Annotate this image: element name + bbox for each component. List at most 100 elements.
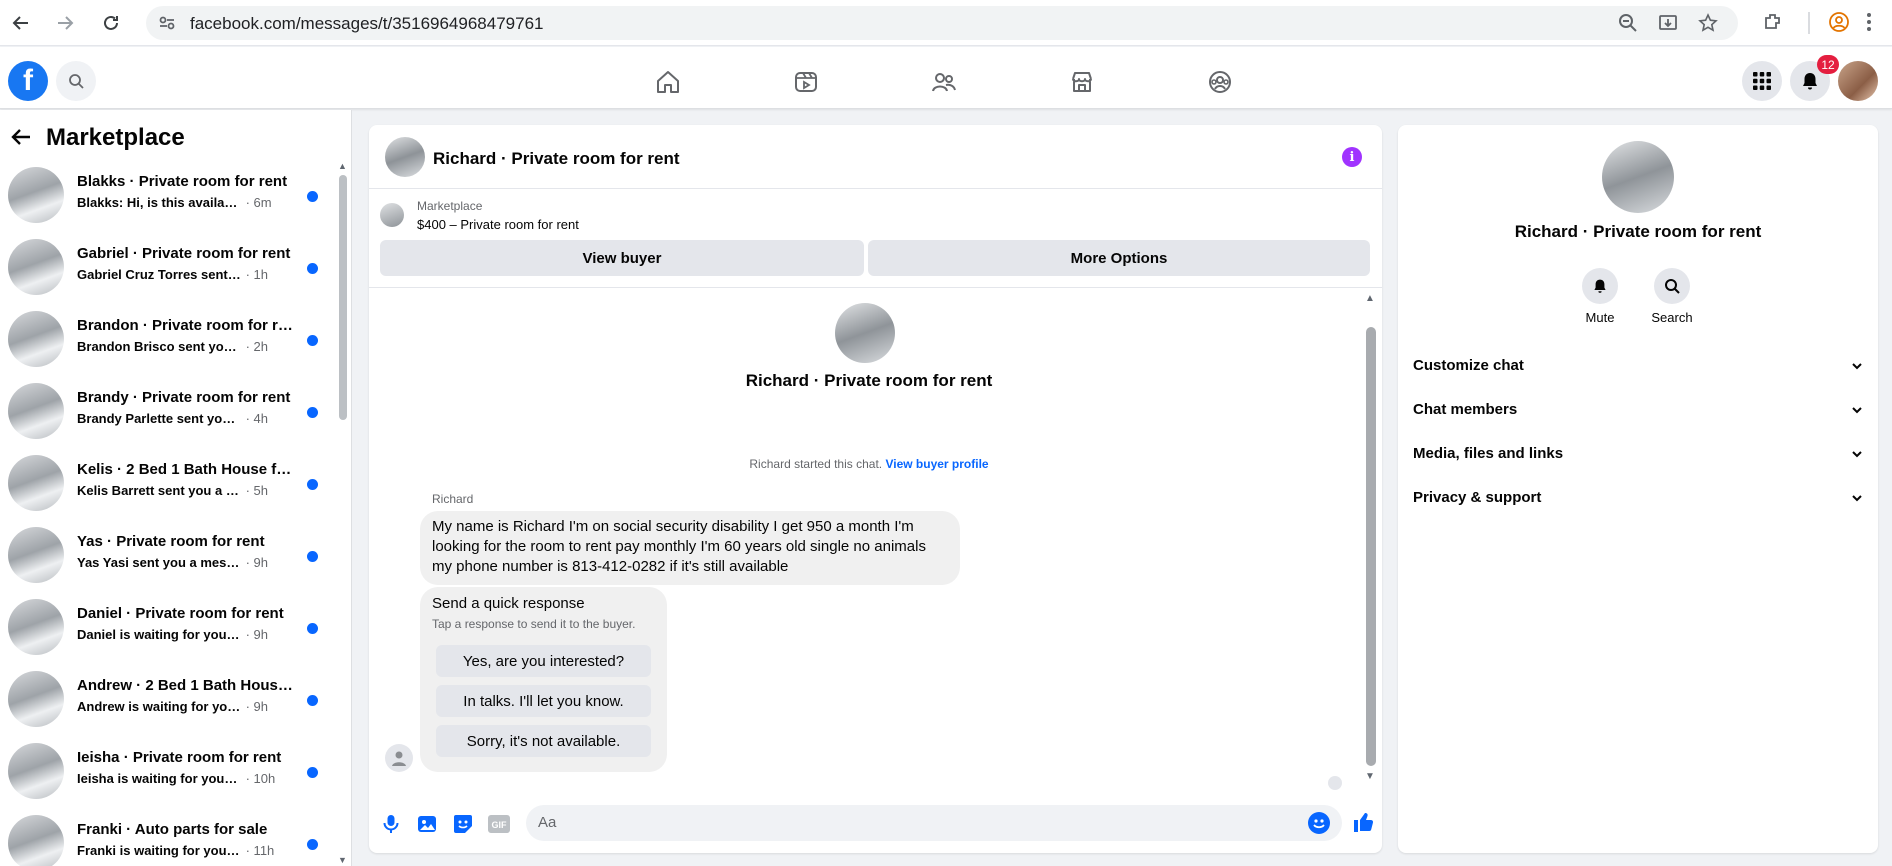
conversation-item[interactable]: Franki · Auto parts for sale Franki is w… xyxy=(8,812,318,866)
more-options-button[interactable]: More Options xyxy=(868,240,1370,276)
conversation-item[interactable]: Daniel · Private room for rent Daniel is… xyxy=(8,596,318,658)
browser-menu-icon[interactable] xyxy=(1866,11,1872,36)
section-media-files-links[interactable]: Media, files and links xyxy=(1413,445,1863,469)
sticker-icon[interactable] xyxy=(452,813,474,835)
message-placeholder: Aa xyxy=(538,814,557,831)
conversation-item[interactable]: Gabriel · Private room for rent Gabriel … xyxy=(8,236,318,298)
toolbar-divider xyxy=(1808,12,1810,34)
scroll-up-icon[interactable]: ▲ xyxy=(1365,293,1375,304)
quick-response-button[interactable]: In talks. I'll let you know. xyxy=(436,685,651,717)
conversation-snippet: Ieisha is waiting for your resp... · 10h xyxy=(77,771,276,786)
conversation-item[interactable]: Kelis · 2 Bed 1 Bath House for ... Kelis… xyxy=(8,452,318,514)
search-button[interactable] xyxy=(56,61,96,101)
details-avatar[interactable] xyxy=(1602,141,1674,213)
chevron-down-icon xyxy=(1851,491,1863,508)
home-icon xyxy=(657,71,679,93)
unread-dot xyxy=(307,263,318,274)
scrollbar-thumb[interactable] xyxy=(1366,327,1376,766)
listing-thumbnail xyxy=(8,671,64,727)
section-customize-chat[interactable]: Customize chat xyxy=(1413,357,1863,381)
nav-groups[interactable] xyxy=(1204,66,1236,98)
menu-button[interactable] xyxy=(1742,61,1782,101)
conversation-item[interactable]: Blakks · Private room for rent Blakks: H… xyxy=(8,164,318,226)
nav-marketplace[interactable] xyxy=(1066,66,1098,98)
nav-watch[interactable] xyxy=(790,66,822,98)
unread-dot xyxy=(307,551,318,562)
conversation-snippet: Andrew is waiting for your resp... · 9h xyxy=(77,699,269,714)
nav-home[interactable] xyxy=(652,66,684,98)
profile-icon[interactable] xyxy=(1828,11,1850,36)
chevron-down-icon xyxy=(1851,447,1863,464)
scroll-up-icon[interactable]: ▲ xyxy=(338,161,347,171)
quick-response-button[interactable]: Sorry, it's not available. xyxy=(436,725,651,757)
listing-thumbnail xyxy=(8,239,64,295)
facebook-logo[interactable]: f xyxy=(8,61,48,101)
site-settings-icon[interactable] xyxy=(158,14,176,35)
gif-icon[interactable]: GIF xyxy=(488,813,510,835)
microphone-icon[interactable] xyxy=(380,813,402,835)
quick-response-button[interactable]: Yes, are you interested? xyxy=(436,645,651,677)
conversation-item[interactable]: Andrew · 2 Bed 1 Bath House ... Andrew i… xyxy=(8,668,318,730)
thumbs-up-icon[interactable] xyxy=(1352,811,1374,833)
message-input[interactable]: Aa xyxy=(526,805,1342,841)
listing-price: $400 – Private room for rent xyxy=(417,217,579,232)
info-icon[interactable]: i xyxy=(1342,147,1362,167)
unread-dot xyxy=(307,335,318,346)
chat-panel: Richard · Private room for rent i Market… xyxy=(369,125,1382,853)
install-app-icon[interactable] xyxy=(1658,13,1678,33)
extensions-icon[interactable] xyxy=(1762,11,1784,36)
emoji-icon[interactable] xyxy=(1308,812,1330,834)
view-buyer-profile-link[interactable]: View buyer profile xyxy=(885,457,988,471)
conversation-snippet: Daniel is waiting for your respo... · 9h xyxy=(77,627,269,642)
address-bar[interactable]: facebook.com/messages/t/3516964968479761 xyxy=(146,6,1738,40)
friends-icon xyxy=(932,73,956,92)
sidebar-header: Marketplace xyxy=(10,124,185,152)
forward-icon[interactable] xyxy=(52,10,78,36)
conversation-item[interactable]: Yas · Private room for rent Yas Yasi sen… xyxy=(8,524,318,586)
back-arrow-icon[interactable] xyxy=(10,126,32,151)
photo-icon[interactable] xyxy=(416,813,438,835)
listing-thumbnail xyxy=(8,167,64,223)
mute-label: Mute xyxy=(1585,310,1615,325)
notification-badge: 12 xyxy=(1817,55,1839,74)
reload-icon[interactable] xyxy=(98,10,124,36)
unread-dot xyxy=(307,695,318,706)
chat-title[interactable]: Richard · Private room for rent xyxy=(433,149,680,169)
conversation-snippet: Kelis Barrett sent you a messag... · 5h xyxy=(77,483,269,498)
search-in-chat-button[interactable]: Search xyxy=(1642,268,1702,325)
url-text[interactable]: facebook.com/messages/t/3516964968479761 xyxy=(190,14,543,34)
section-chat-members[interactable]: Chat members xyxy=(1413,401,1863,425)
scroll-down-icon[interactable]: ▼ xyxy=(338,855,347,865)
quick-response-card: Send a quick response Tap a response to … xyxy=(420,587,667,772)
search-label: Search xyxy=(1651,310,1693,325)
conversation-item[interactable]: Ieisha · Private room for rent Ieisha is… xyxy=(8,740,318,802)
chat-avatar[interactable] xyxy=(385,137,425,177)
conversation-title: Brandy · Private room for rent xyxy=(77,389,291,406)
marketplace-icon xyxy=(1072,72,1092,92)
mute-button[interactable]: Mute xyxy=(1570,268,1630,325)
zoom-icon[interactable] xyxy=(1618,13,1638,33)
divider xyxy=(369,287,1382,288)
unread-dot xyxy=(307,623,318,634)
sidebar-scrollbar[interactable]: ▲ ▼ xyxy=(338,161,348,865)
chat-scrollbar[interactable]: ▲ ▼ xyxy=(1364,293,1378,785)
chat-started-notice: Richard started this chat. View buyer pr… xyxy=(749,457,989,471)
conversation-item[interactable]: Brandon · Private room for rent Brandon … xyxy=(8,308,318,370)
search-icon xyxy=(1665,279,1680,294)
seen-indicator xyxy=(1328,776,1342,790)
chevron-down-icon xyxy=(1851,403,1863,420)
conversation-item[interactable]: Brandy · Private room for rent Brandy Pa… xyxy=(8,380,318,442)
bookmark-star-icon[interactable] xyxy=(1698,13,1718,33)
conversation-title: Yas · Private room for rent xyxy=(77,533,265,550)
unread-dot xyxy=(307,479,318,490)
nav-friends[interactable] xyxy=(928,66,960,98)
view-buyer-button[interactable]: View buyer xyxy=(380,240,864,276)
section-privacy-support[interactable]: Privacy & support xyxy=(1413,489,1863,513)
unread-dot xyxy=(307,191,318,202)
unread-dot xyxy=(307,767,318,778)
back-icon[interactable] xyxy=(8,10,34,36)
scrollbar-thumb[interactable] xyxy=(339,175,347,420)
scroll-down-icon[interactable]: ▼ xyxy=(1365,771,1375,782)
grid-menu-icon xyxy=(1753,72,1771,90)
account-avatar[interactable] xyxy=(1838,61,1878,101)
